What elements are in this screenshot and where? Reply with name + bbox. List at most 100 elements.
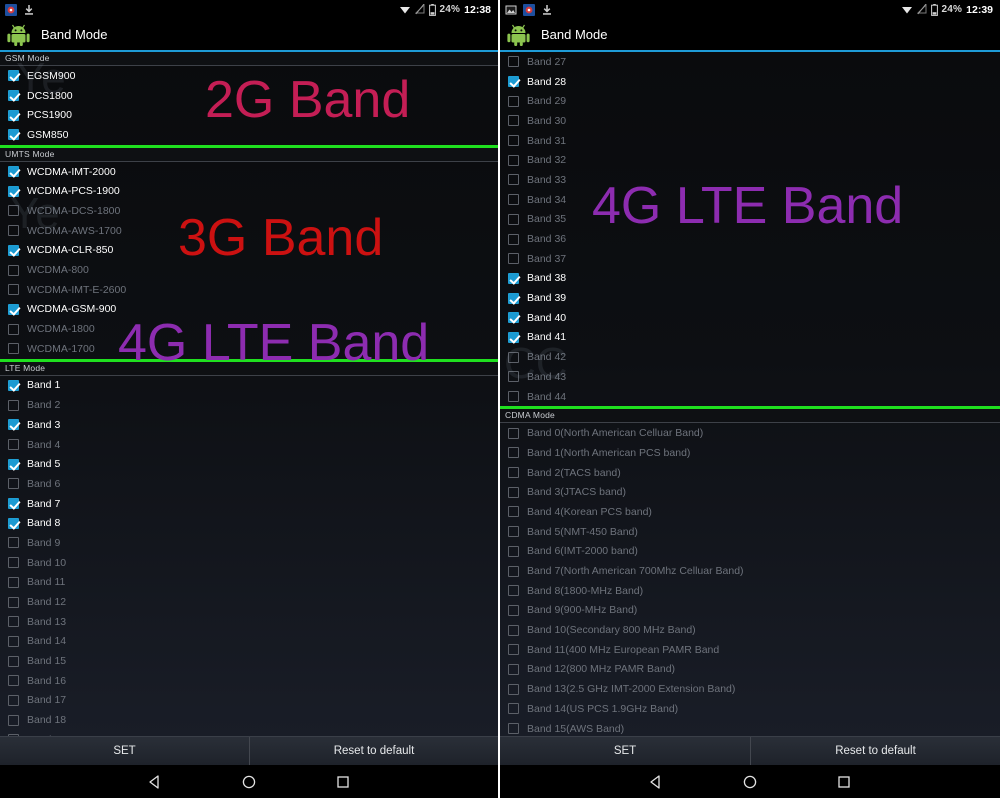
checkbox-unchecked-icon[interactable] [8, 675, 19, 687]
checkbox-checked-icon[interactable] [8, 244, 19, 256]
band-row[interactable]: Band 6(IMT-2000 band) [500, 542, 1000, 562]
band-row[interactable]: Band 14 [0, 632, 498, 652]
reset-to-default-button[interactable]: Reset to default [750, 737, 1000, 765]
checkbox-unchecked-icon[interactable] [8, 323, 19, 335]
band-row[interactable]: Band 35 [500, 210, 1000, 230]
band-row[interactable]: Band 12 [0, 592, 498, 612]
band-row[interactable]: Band 0(North American Celluar Band) [500, 423, 1000, 443]
checkbox-unchecked-icon[interactable] [508, 585, 519, 597]
band-row[interactable]: Band 32 [500, 150, 1000, 170]
band-row[interactable]: Band 16 [0, 671, 498, 691]
band-row[interactable]: Band 8(1800-MHz Band) [500, 581, 1000, 601]
back-triangle-icon[interactable] [648, 774, 664, 790]
band-row[interactable]: Band 41 [500, 328, 1000, 348]
band-row[interactable]: Band 13(2.5 GHz IMT-2000 Extension Band) [500, 679, 1000, 699]
band-row[interactable]: Band 18 [0, 710, 498, 730]
checkbox-unchecked-icon[interactable] [508, 371, 519, 383]
checkbox-unchecked-icon[interactable] [508, 194, 519, 206]
band-row[interactable]: Band 9(900-MHz Band) [500, 601, 1000, 621]
checkbox-unchecked-icon[interactable] [508, 391, 519, 403]
home-circle-icon[interactable] [241, 774, 257, 790]
checkbox-unchecked-icon[interactable] [508, 351, 519, 363]
checkbox-unchecked-icon[interactable] [508, 526, 519, 538]
band-row[interactable]: Band 36 [500, 229, 1000, 249]
checkbox-unchecked-icon[interactable] [508, 624, 519, 636]
checkbox-checked-icon[interactable] [8, 379, 19, 391]
band-row[interactable]: Band 10(Secondary 800 MHz Band) [500, 620, 1000, 640]
band-row[interactable]: Band 42 [500, 347, 1000, 367]
checkbox-unchecked-icon[interactable] [508, 95, 519, 107]
checkbox-unchecked-icon[interactable] [508, 663, 519, 675]
checkbox-unchecked-icon[interactable] [8, 225, 19, 237]
checkbox-unchecked-icon[interactable] [8, 635, 19, 647]
band-row[interactable]: Band 30 [500, 111, 1000, 131]
checkbox-unchecked-icon[interactable] [8, 655, 19, 667]
band-row[interactable]: WCDMA-IMT-E-2600 [0, 280, 498, 300]
band-list[interactable]: GSM Mode EGSM900 DCS1800 PCS1900 GSM850 UMTS … [0, 52, 498, 736]
band-row[interactable]: Band 34 [500, 190, 1000, 210]
back-triangle-icon[interactable] [147, 774, 163, 790]
checkbox-checked-icon[interactable] [8, 70, 19, 82]
band-row[interactable]: Band 9 [0, 533, 498, 553]
band-row[interactable]: Band 17 [0, 691, 498, 711]
band-row[interactable]: Band 7 [0, 494, 498, 514]
band-row[interactable]: WCDMA-1800 [0, 319, 498, 339]
checkbox-unchecked-icon[interactable] [8, 694, 19, 706]
checkbox-unchecked-icon[interactable] [508, 447, 519, 459]
band-row[interactable]: DCS1800 [0, 86, 498, 106]
checkbox-checked-icon[interactable] [8, 458, 19, 470]
band-row[interactable]: Band 14(US PCS 1.9GHz Band) [500, 699, 1000, 719]
band-row[interactable]: Band 10 [0, 553, 498, 573]
checkbox-checked-icon[interactable] [8, 419, 19, 431]
set-button[interactable]: SET [0, 737, 249, 765]
band-row[interactable]: Band 11(400 MHz European PAMR Band [500, 640, 1000, 660]
checkbox-checked-icon[interactable] [8, 90, 19, 102]
band-row[interactable]: Band 39 [500, 288, 1000, 308]
checkbox-checked-icon[interactable] [508, 272, 519, 284]
band-row[interactable]: Band 28 [500, 72, 1000, 92]
checkbox-unchecked-icon[interactable] [8, 439, 19, 451]
checkbox-checked-icon[interactable] [8, 185, 19, 197]
checkbox-unchecked-icon[interactable] [8, 596, 19, 608]
band-row[interactable]: WCDMA-GSM-900 [0, 300, 498, 320]
band-list[interactable]: Band 27 Band 28 Band 29 Band 30 Band 31 Band … [500, 52, 1000, 736]
checkbox-unchecked-icon[interactable] [8, 714, 19, 726]
band-row[interactable]: WCDMA-PCS-1900 [0, 181, 498, 201]
checkbox-unchecked-icon[interactable] [508, 467, 519, 479]
band-row[interactable]: WCDMA-IMT-2000 [0, 162, 498, 182]
checkbox-checked-icon[interactable] [508, 331, 519, 343]
set-button[interactable]: SET [500, 737, 750, 765]
band-row[interactable]: Band 8 [0, 513, 498, 533]
band-row[interactable]: Band 6 [0, 474, 498, 494]
band-row[interactable]: Band 29 [500, 91, 1000, 111]
band-row[interactable]: WCDMA-AWS-1700 [0, 221, 498, 241]
checkbox-unchecked-icon[interactable] [8, 734, 19, 736]
band-row[interactable]: Band 2 [0, 395, 498, 415]
checkbox-unchecked-icon[interactable] [508, 723, 519, 735]
checkbox-unchecked-icon[interactable] [508, 174, 519, 186]
band-row[interactable]: Band 15 [0, 651, 498, 671]
checkbox-unchecked-icon[interactable] [508, 56, 519, 68]
checkbox-checked-icon[interactable] [508, 312, 519, 324]
band-row[interactable]: Band 33 [500, 170, 1000, 190]
band-row[interactable]: Band 11 [0, 573, 498, 593]
checkbox-unchecked-icon[interactable] [508, 115, 519, 127]
band-row[interactable]: Band 3(JTACS band) [500, 482, 1000, 502]
checkbox-unchecked-icon[interactable] [508, 253, 519, 265]
checkbox-unchecked-icon[interactable] [8, 205, 19, 217]
band-row[interactable]: Band 43 [500, 367, 1000, 387]
checkbox-unchecked-icon[interactable] [8, 478, 19, 490]
checkbox-unchecked-icon[interactable] [508, 427, 519, 439]
checkbox-unchecked-icon[interactable] [8, 264, 19, 276]
checkbox-unchecked-icon[interactable] [508, 233, 519, 245]
band-row[interactable]: Band 19 [0, 730, 498, 736]
checkbox-checked-icon[interactable] [8, 109, 19, 121]
checkbox-unchecked-icon[interactable] [8, 557, 19, 569]
checkbox-unchecked-icon[interactable] [508, 545, 519, 557]
band-row[interactable]: WCDMA-CLR-850 [0, 241, 498, 261]
band-row[interactable]: Band 27 [500, 52, 1000, 72]
band-row[interactable]: Band 3 [0, 415, 498, 435]
band-row[interactable]: Band 1(North American PCS band) [500, 443, 1000, 463]
band-row[interactable]: Band 7(North American 700Mhz Celluar Ban… [500, 561, 1000, 581]
band-row[interactable]: Band 15(AWS Band) [500, 719, 1000, 736]
